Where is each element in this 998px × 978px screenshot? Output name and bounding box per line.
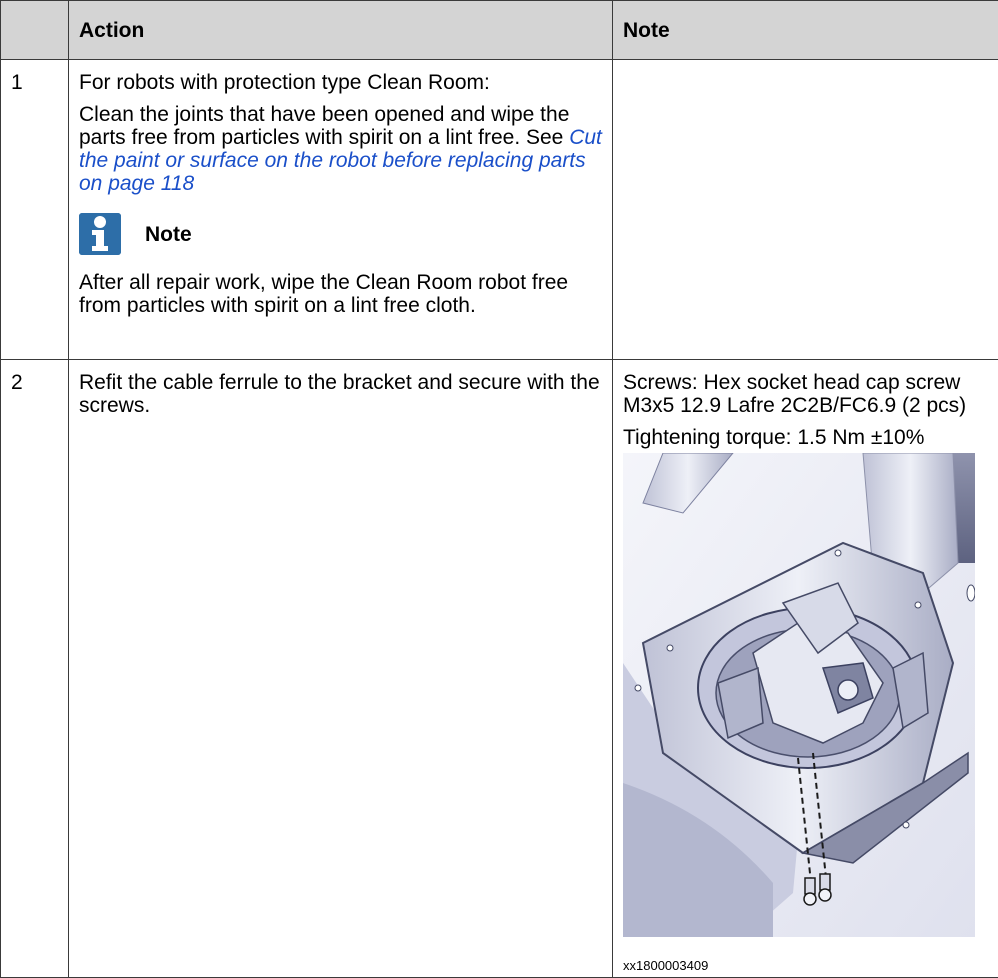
note-title: Note bbox=[145, 223, 192, 246]
step-number: 1 bbox=[1, 60, 69, 360]
procedure-table: Action Note 1 For robots with protection… bbox=[0, 0, 998, 978]
action-cell: For robots with protection type Clean Ro… bbox=[69, 60, 613, 360]
note-cell: Screws: Hex socket head cap screw M3x5 1… bbox=[613, 360, 998, 978]
action-text: Refit the cable ferrule to the bracket a… bbox=[79, 371, 604, 417]
header-step-number bbox=[1, 1, 69, 60]
info-icon bbox=[79, 213, 121, 255]
screw-spec: Screws: Hex socket head cap screw M3x5 1… bbox=[623, 371, 990, 417]
header-note: Note bbox=[613, 1, 998, 60]
tightening-torque: Tightening torque: 1.5 Nm ±10% bbox=[623, 426, 990, 449]
action-text: Clean the joints that have been opened a… bbox=[79, 103, 604, 195]
table-row: 1 For robots with protection type Clean … bbox=[1, 60, 998, 360]
note-cell-empty bbox=[613, 60, 998, 360]
note-callout: Note bbox=[79, 213, 604, 255]
note-body: After all repair work, wipe the Clean Ro… bbox=[79, 271, 604, 317]
action-intro: For robots with protection type Clean Ro… bbox=[79, 71, 604, 94]
action-text-body: Clean the joints that have been opened a… bbox=[79, 103, 569, 149]
action-cell: Refit the cable ferrule to the bracket a… bbox=[69, 360, 613, 978]
table-row: 2 Refit the cable ferrule to the bracket… bbox=[1, 360, 998, 978]
figure-caption: xx1800003409 bbox=[623, 954, 990, 977]
table-header-row: Action Note bbox=[1, 1, 998, 60]
robot-bracket-illustration bbox=[623, 453, 975, 937]
step-number: 2 bbox=[1, 360, 69, 978]
header-action: Action bbox=[69, 1, 613, 60]
